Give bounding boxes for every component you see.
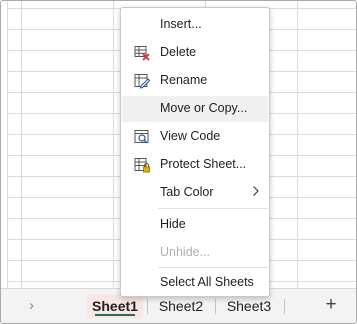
tab-divider [284, 299, 285, 314]
menu-item-view-code[interactable]: View Code [122, 124, 268, 150]
sheet-tab-label: Sheet1 [92, 298, 138, 314]
sheet-tab-sheet3[interactable]: Sheet3 [221, 294, 277, 318]
delete-sheet-icon [134, 45, 150, 61]
menu-item-label: Delete [160, 45, 197, 59]
sheet-tab-label: Sheet2 [158, 298, 204, 314]
menu-item-label: Rename [160, 73, 208, 87]
menu-separator [158, 267, 268, 268]
menu-item-delete[interactable]: Delete [122, 40, 268, 66]
menu-item-label: Protect Sheet... [160, 157, 247, 171]
sheet-tab-sheet1[interactable]: Sheet1 [87, 294, 143, 318]
chevron-right-icon [252, 185, 260, 200]
menu-item-select-all-sheets[interactable]: Select All Sheets [122, 270, 268, 296]
menu-item-label: Tab Color [160, 185, 214, 199]
menu-item-hide[interactable]: Hide [122, 212, 268, 238]
sheet-context-menu: Insert... Delete Rename Move or Copy... … [120, 7, 270, 297]
menu-item-label: Insert... [160, 17, 202, 31]
active-tab-underline [95, 314, 135, 316]
tab-divider [215, 299, 216, 314]
add-sheet-button[interactable]: + [319, 293, 343, 317]
tab-divider [147, 299, 148, 314]
menu-separator [158, 208, 268, 209]
menu-item-unhide: Unhide... [122, 240, 268, 266]
menu-item-label: View Code [160, 129, 221, 143]
menu-item-insert[interactable]: Insert... [122, 12, 268, 38]
menu-item-tab-color[interactable]: Tab Color [122, 180, 268, 206]
menu-item-label: Unhide... [160, 245, 211, 259]
menu-item-label: Hide [160, 217, 186, 231]
sheet-tab-label: Sheet3 [226, 298, 272, 314]
menu-item-rename[interactable]: Rename [122, 68, 268, 94]
scroll-tabs-right-icon[interactable]: › [29, 297, 34, 315]
menu-item-label: Move or Copy... [160, 101, 248, 115]
protect-sheet-icon [134, 157, 150, 173]
menu-item-move-or-copy[interactable]: Move or Copy... [122, 96, 268, 122]
menu-item-protect-sheet[interactable]: Protect Sheet... [122, 152, 268, 178]
view-code-icon [134, 129, 150, 145]
rename-icon [134, 73, 151, 89]
menu-item-label: Select All Sheets [160, 275, 254, 289]
sheet-tab-sheet2[interactable]: Sheet2 [153, 294, 209, 318]
